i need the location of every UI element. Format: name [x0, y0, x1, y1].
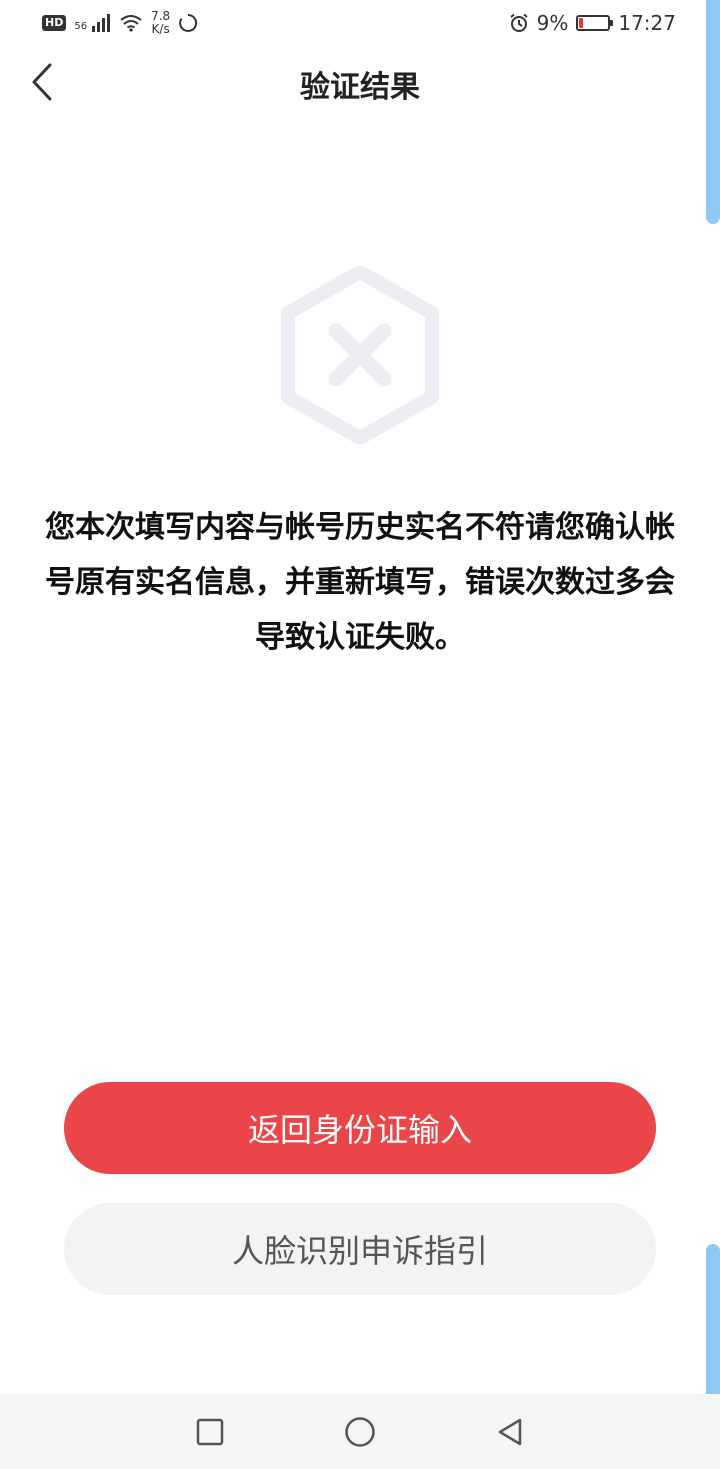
verification-result-page: HD 56 7.8 K/s 9% 17:27 验证结果 您本次填写内容与帐号历史…	[0, 0, 720, 1469]
circle-icon	[345, 1416, 375, 1447]
return-to-id-input-button[interactable]: 返回身份证输入	[64, 1082, 656, 1174]
recents-button[interactable]	[188, 1410, 232, 1454]
battery-fill	[579, 18, 584, 28]
signal-icon	[92, 14, 111, 32]
status-right: 9% 17:27	[509, 11, 676, 35]
home-button[interactable]	[338, 1410, 382, 1454]
scroll-indicator-top	[706, 0, 720, 224]
system-navigation-bar	[0, 1394, 720, 1469]
hd-badge: HD	[42, 15, 67, 31]
result-message: 您本次填写内容与帐号历史实名不符请您确认帐号原有实名信息，并重新填写，错误次数过…	[45, 510, 675, 655]
status-bar: HD 56 7.8 K/s 9% 17:27	[0, 0, 720, 46]
network-speed: 7.8 K/s	[151, 10, 170, 36]
square-icon	[196, 1418, 224, 1445]
sync-icon	[179, 13, 198, 32]
alarm-icon	[509, 13, 528, 32]
network-type: 56	[74, 21, 88, 32]
status-time: 17:27	[618, 11, 676, 35]
page-title: 验证结果	[300, 70, 420, 105]
battery-percent: 9%	[536, 11, 569, 35]
wifi-icon	[120, 15, 142, 32]
speed-unit: K/s	[151, 22, 170, 36]
face-recognition-appeal-guide-button[interactable]: 人脸识别申诉指引	[64, 1203, 656, 1295]
triangle-back-icon	[498, 1418, 522, 1445]
status-left: HD 56 7.8 K/s	[42, 10, 198, 36]
error-hexagon-icon	[281, 266, 439, 444]
header: 验证结果	[0, 46, 720, 118]
system-back-button[interactable]	[488, 1410, 532, 1454]
battery-icon	[576, 15, 614, 31]
